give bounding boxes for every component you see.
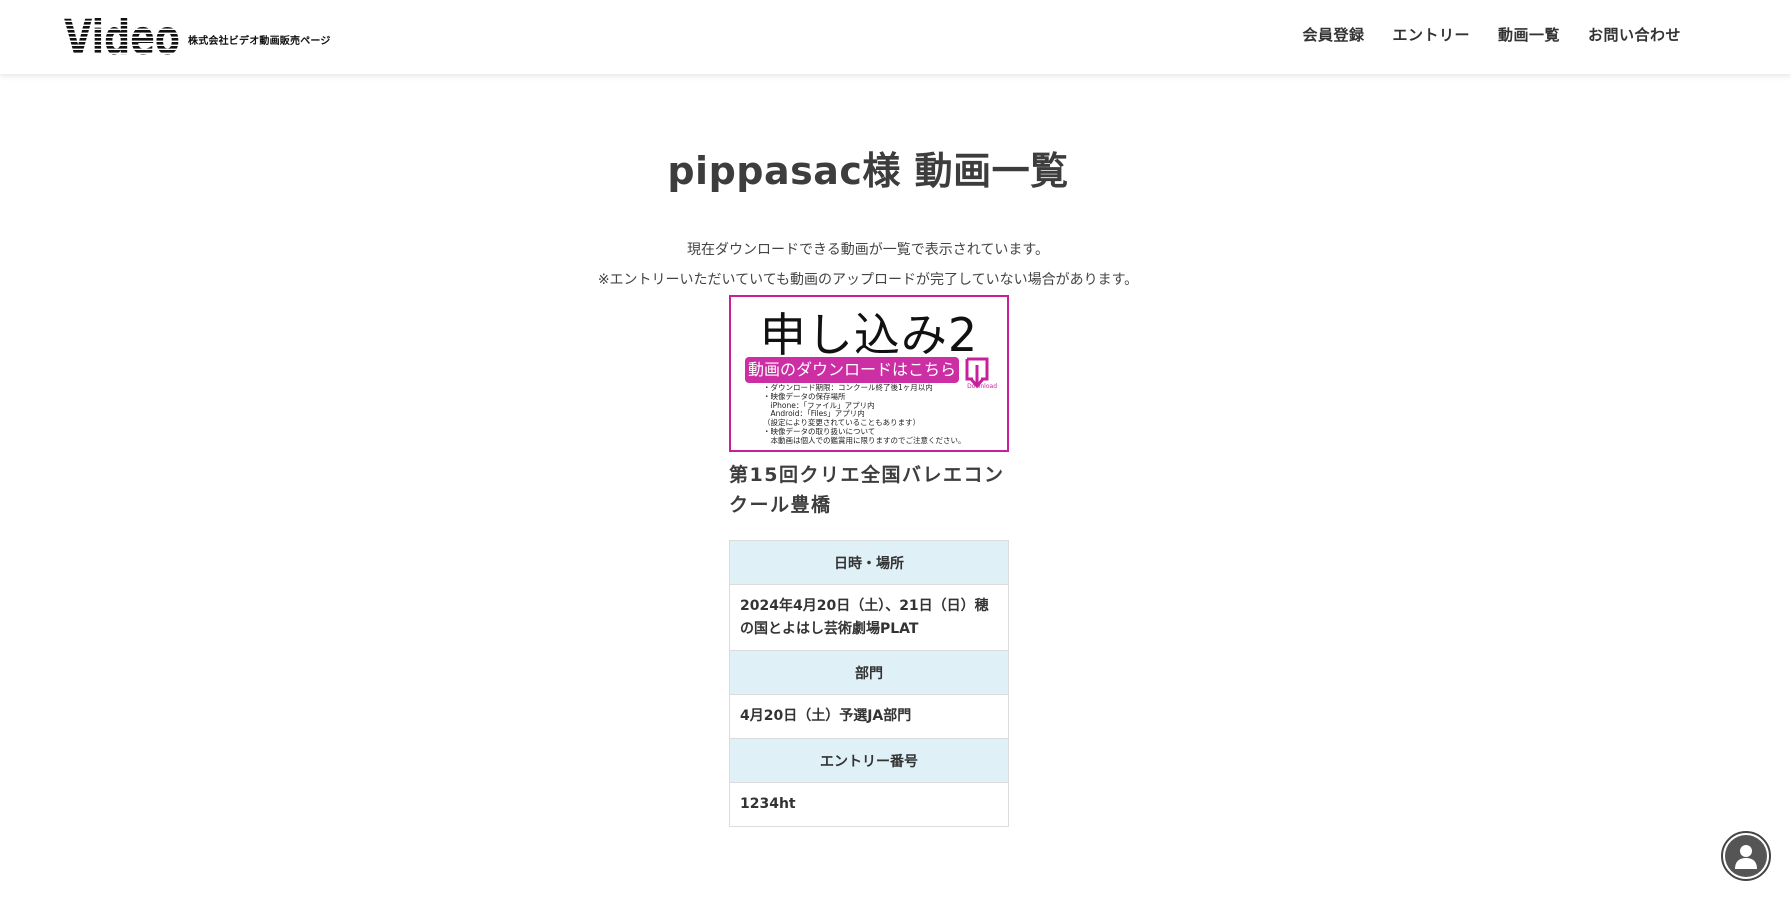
- site-logo[interactable]: Video 株式会社ビデオ動画販売ページ: [64, 14, 331, 56]
- nav-entry[interactable]: エントリー: [1392, 24, 1470, 45]
- intro-notice: ※エントリーいただいていても動画のアップロードが完了していない場合があります。: [597, 272, 1139, 288]
- nav-register[interactable]: 会員登録: [1302, 24, 1364, 45]
- video-logo-mark: Video: [64, 14, 180, 56]
- download-notes: ・ダウンロード期限：コンクール終了後1ヶ月以内 ・映像データの保存場所 iPho…: [763, 383, 966, 446]
- logo-subtitle: 株式会社ビデオ動画販売ページ: [188, 36, 331, 47]
- video-title: 第15回クリエ全国バレエコンクール豊橋: [729, 464, 1005, 516]
- datetime-header: 日時・場所: [729, 540, 1009, 585]
- main-nav: 会員登録 エントリー 動画一覧 お問い合わせ: [1302, 24, 1681, 45]
- entry-number-value: 1234ht: [729, 782, 1009, 827]
- download-icon-label: Download: [967, 383, 997, 390]
- user-account-button[interactable]: [1721, 831, 1771, 881]
- user-icon: [1725, 835, 1767, 877]
- intro-text: 現在ダウンロードできる動画が一覧で表示されています。: [687, 242, 1049, 258]
- page-title: pippasac様 動画一覧: [667, 149, 1069, 193]
- division-value: 4月20日（土）予選JA部門: [729, 694, 1009, 739]
- division-header: 部門: [729, 650, 1009, 695]
- site-header: Video 株式会社ビデオ動画販売ページ 会員登録 エントリー 動画一覧 お問い…: [0, 0, 1791, 74]
- entry-number-header: エントリー番号: [729, 738, 1009, 783]
- video-thumbnail[interactable]: 申し込み2 動画のダウンロードはこちら Download ・ダウンロード期限：コ…: [729, 295, 1009, 452]
- video-info-table: 日時・場所 2024年4月20日（土）、21日（日）穂の国とよはし芸術劇場PLA…: [729, 540, 1009, 827]
- datetime-value: 2024年4月20日（土）、21日（日）穂の国とよはし芸術劇場PLAT: [729, 584, 1009, 651]
- nav-video-list[interactable]: 動画一覧: [1498, 24, 1560, 45]
- nav-contact[interactable]: お問い合わせ: [1588, 24, 1681, 45]
- svg-text:Video: Video: [64, 14, 180, 56]
- note-line: 本動画は個人での鑑賞用に限りますのでご注意ください。: [763, 435, 966, 445]
- download-banner[interactable]: 動画のダウンロードはこちら: [745, 357, 959, 383]
